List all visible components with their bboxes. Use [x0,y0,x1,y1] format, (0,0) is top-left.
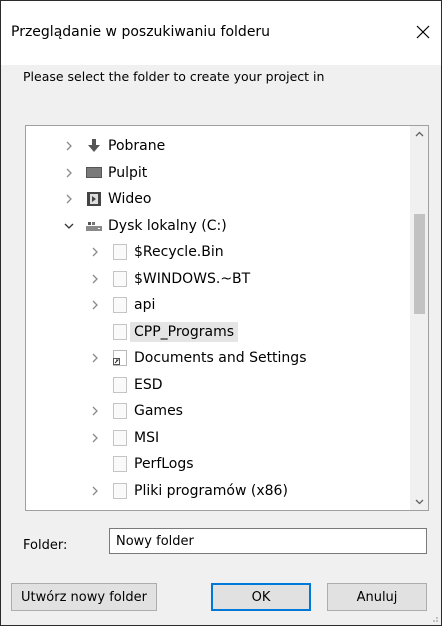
chevron-down-icon [415,499,424,505]
tree-item-label: Pliki programów (x86) [134,482,288,499]
folder-icon [112,429,128,446]
tree-item-label: $WINDOWS.~BT [134,270,251,287]
tree-item-label: Dysk lokalny (C:) [108,217,227,234]
vertical-scrollbar[interactable] [410,126,428,510]
close-button[interactable] [405,17,441,47]
download-arrow-icon [86,138,102,154]
window-title: Przeglądanie w poszukiwaniu folderu [11,24,271,40]
drive-icon [86,218,102,234]
folder-tree-items: Pobrane Pulpit Wideo Dysk lokalny (C:) $Recy… [26,126,410,510]
browse-folder-dialog: Przeglądanie w poszukiwaniu folderu Plea… [0,0,442,626]
scroll-down-button[interactable] [411,493,428,510]
tree-item-label: Pulpit [108,164,148,181]
chevron-right-icon[interactable] [90,486,100,496]
tree-item[interactable]: Documents and Settings [26,345,410,371]
desktop-icon [86,165,102,181]
tree-item-label: Documents and Settings [134,350,307,366]
tree-item[interactable]: MSI [26,425,410,451]
chevron-right-icon[interactable] [90,274,100,284]
scroll-up-button[interactable] [411,126,428,143]
folder-icon [112,456,128,472]
ok-button[interactable]: OK [211,583,311,611]
tree-item[interactable]: PerfLogs [26,451,410,477]
folder-icon [112,244,128,260]
folder-name-input[interactable] [109,528,427,554]
tree-item[interactable]: Games [26,398,410,424]
chevron-up-icon [415,131,424,137]
tree-item-label: PerfLogs [134,456,194,472]
folder-icon [112,376,128,393]
folder-icon [112,403,128,419]
tree-item[interactable]: Pobrane [26,133,410,159]
chevron-down-icon[interactable] [64,221,74,231]
tree-item-label: $Recycle.Bin [134,244,224,260]
tree-item-label: Pobrane [108,138,166,154]
tree-item[interactable]: Pliki programów (x86) [26,478,410,504]
chevron-right-icon[interactable] [64,141,74,151]
tree-item-label: Games [134,403,183,419]
tree-item[interactable]: $WINDOWS.~BT [26,266,410,292]
chevron-right-icon[interactable] [90,247,100,257]
chevron-right-icon[interactable] [90,433,100,443]
tree-item-label: MSI [134,429,160,446]
folder-icon [112,482,128,499]
tree-item[interactable]: Dysk lokalny (C:) [26,213,410,239]
tree-item[interactable]: CPP_Programs [26,319,410,345]
chevron-right-icon[interactable] [64,168,74,178]
tree-item[interactable]: Pulpit [26,160,410,186]
instruction-text: Please select the folder to create your … [23,69,325,84]
tree-item-label: Wideo [108,191,152,207]
chevron-right-icon[interactable] [90,353,100,363]
folder-label: Folder: [23,538,68,553]
tree-item[interactable]: $Recycle.Bin [26,239,410,265]
tree-item[interactable]: Wideo [26,186,410,212]
chevron-right-icon[interactable] [64,194,74,204]
tree-item-label: CPP_Programs [130,321,239,342]
folder-tree[interactable]: Pobrane Pulpit Wideo Dysk lokalny (C:) $Recy… [25,125,429,511]
folder-icon [112,297,128,313]
video-icon [86,191,102,207]
tree-item-label: api [134,297,156,313]
tree-item-label: ESD [134,376,163,393]
title-bar: Przeglądanie w poszukiwaniu folderu [1,1,441,65]
folder-icon [112,270,128,287]
resize-grip-icon[interactable] [429,613,439,623]
cancel-button[interactable]: Anuluj [327,583,427,611]
chevron-right-icon[interactable] [90,300,100,310]
close-icon [416,25,430,39]
new-folder-button[interactable]: Utwórz nowy folder [11,583,157,611]
tree-item[interactable]: api [26,292,410,318]
chevron-right-icon[interactable] [90,406,100,416]
folder-icon [112,323,128,340]
scrollbar-thumb[interactable] [414,214,425,314]
tree-item[interactable]: ESD [26,372,410,398]
shortcut-folder-icon [112,350,128,366]
